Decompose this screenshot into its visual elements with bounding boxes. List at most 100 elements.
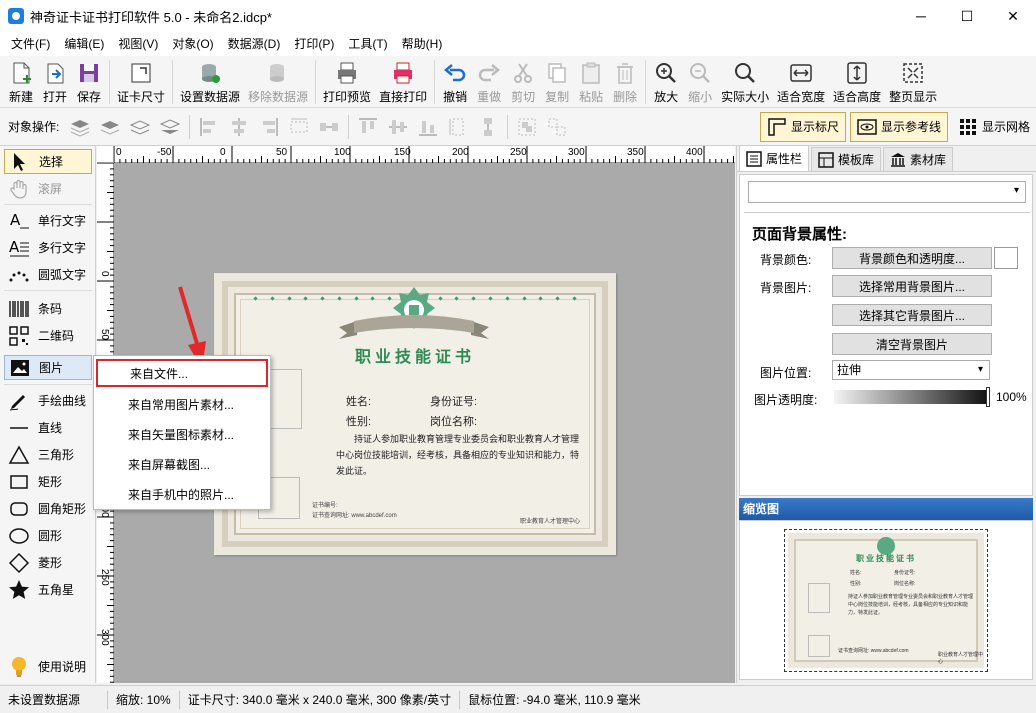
maximize-button[interactable]: ☐ bbox=[944, 0, 990, 32]
opacity-slider[interactable] bbox=[834, 390, 988, 404]
distribute-v-icon[interactable] bbox=[318, 116, 340, 138]
tab-properties[interactable]: 属性栏 bbox=[739, 145, 810, 171]
layer-down-icon[interactable] bbox=[129, 116, 151, 138]
choose-other-bg-button[interactable]: 选择其它背景图片... bbox=[832, 304, 992, 326]
layer-top-icon[interactable] bbox=[69, 116, 91, 138]
save-button[interactable]: 保存 bbox=[72, 56, 106, 108]
menu-item-from-file[interactable]: 来自文件... bbox=[96, 359, 268, 387]
tool-line[interactable]: 直线 bbox=[4, 415, 92, 440]
tool-rect[interactable]: 矩形 bbox=[4, 469, 92, 494]
minimize-button[interactable]: ─ bbox=[898, 0, 944, 32]
tool-barcode[interactable]: 条码 bbox=[4, 296, 92, 321]
open-button[interactable]: 打开 bbox=[38, 56, 72, 108]
fit-page-button[interactable]: 整页显示 bbox=[885, 56, 941, 108]
remove-datasource-button[interactable]: 移除数据源 bbox=[244, 56, 312, 108]
paste-button[interactable]: 粘贴 bbox=[574, 56, 608, 108]
show-guides-toggle[interactable]: 显示参考线 bbox=[849, 111, 948, 142]
tool-single-text[interactable]: A 单行文字 bbox=[4, 208, 92, 233]
menu-file[interactable]: 文件(F) bbox=[4, 32, 57, 56]
ungroup-icon[interactable] bbox=[546, 116, 568, 138]
image-source-menu: 来自文件... 来自常用图片素材... 来自矢量图标素材... 来自屏幕截图..… bbox=[93, 355, 271, 510]
same-height-icon[interactable] bbox=[477, 116, 499, 138]
align-left-icon[interactable] bbox=[198, 116, 220, 138]
menu-tools[interactable]: 工具(T) bbox=[341, 32, 394, 56]
choose-common-bg-button[interactable]: 选择常用背景图片... bbox=[832, 275, 992, 297]
clear-bg-button[interactable]: 清空背景图片 bbox=[832, 333, 992, 355]
show-grid-toggle[interactable]: 显示网格 bbox=[952, 112, 1036, 142]
certificate-page[interactable]: 职业技能证书 姓名: 身份证号: 性别: 岗位名称: 持证人参加职业教育管理专业… bbox=[214, 273, 616, 555]
align-bottom-icon[interactable] bbox=[417, 116, 439, 138]
rectangle-icon bbox=[10, 474, 28, 489]
layer-up-icon[interactable] bbox=[99, 116, 121, 138]
star-icon bbox=[9, 579, 29, 599]
direct-print-button[interactable]: 直接打印 bbox=[375, 56, 431, 108]
tool-select[interactable]: 选择 bbox=[4, 149, 92, 174]
align-center-icon[interactable] bbox=[228, 116, 250, 138]
undo-button[interactable]: 撤销 bbox=[438, 56, 472, 108]
hand-icon bbox=[10, 179, 27, 199]
menu-item-from-common[interactable]: 来自常用图片素材... bbox=[96, 390, 268, 418]
image-position-select[interactable]: 拉伸 bbox=[832, 360, 990, 380]
tool-arc-text[interactable]: 圆弧文字 bbox=[4, 262, 92, 287]
print-preview-button[interactable]: 打印预览 bbox=[319, 56, 375, 108]
align-right-icon[interactable] bbox=[258, 116, 280, 138]
menu-item-from-screen[interactable]: 来自屏幕截图... bbox=[96, 450, 268, 478]
menu-item-from-phone[interactable]: 来自手机中的照片... bbox=[96, 480, 268, 508]
thumbnail-view[interactable]: 职业技能证书 姓名: 身份证号: 性别: 岗位名称: 持证人参加职业教育管理专业… bbox=[739, 520, 1033, 680]
scissors-icon bbox=[514, 63, 533, 83]
tool-multi-text[interactable]: A 多行文字 bbox=[4, 235, 92, 260]
bg-color-button[interactable]: 背景颜色和透明度... bbox=[832, 247, 992, 269]
show-ruler-toggle[interactable]: 显示标尺 bbox=[759, 111, 846, 142]
same-width-icon[interactable] bbox=[447, 116, 469, 138]
cut-button[interactable]: 剪切 bbox=[506, 56, 540, 108]
tool-scroll[interactable]: 滚屏 bbox=[4, 176, 92, 201]
id-label: 身份证号: bbox=[430, 396, 478, 408]
align-middle-icon[interactable] bbox=[387, 116, 409, 138]
set-datasource-button[interactable]: 设置数据源 bbox=[176, 56, 244, 108]
align-top-icon[interactable] bbox=[357, 116, 379, 138]
image-position-label: 图片位置: bbox=[760, 366, 812, 380]
new-button[interactable]: 新建 bbox=[4, 56, 38, 108]
main-toolbar: 新建 打开 保存 证卡尺寸 设置数据源 移除数据源 打印预览 直接打印 撤销 重… bbox=[0, 56, 1036, 108]
zoom-out-button[interactable]: 缩小 bbox=[683, 56, 717, 108]
top-ruler: 0 -50 0 50 100 150 200 250 300 350 400 bbox=[97, 146, 735, 163]
certificate-title: 职业技能证书 bbox=[354, 347, 475, 366]
actual-size-button[interactable]: 实际大小 bbox=[717, 56, 773, 108]
opacity-slider-handle[interactable] bbox=[986, 387, 990, 407]
menu-item-from-vector[interactable]: 来自矢量图标素材... bbox=[96, 420, 268, 448]
menu-edit[interactable]: 编辑(E) bbox=[57, 32, 111, 56]
menu-print[interactable]: 打印(P) bbox=[287, 32, 341, 56]
menu-datasource[interactable]: 数据源(D) bbox=[221, 32, 288, 56]
bg-color-swatch[interactable] bbox=[994, 247, 1018, 269]
close-button[interactable]: ✕ bbox=[990, 0, 1036, 32]
tool-triangle[interactable]: 三角形 bbox=[4, 442, 92, 467]
tab-templates[interactable]: 模板库 bbox=[811, 147, 882, 171]
tool-diamond[interactable]: 菱形 bbox=[4, 550, 92, 575]
group-icon[interactable] bbox=[516, 116, 538, 138]
tool-freehand[interactable]: 手绘曲线 bbox=[4, 388, 92, 413]
delete-button[interactable]: 删除 bbox=[608, 56, 642, 108]
tab-assets[interactable]: 素材库 bbox=[883, 147, 954, 171]
tool-help[interactable]: 使用说明 bbox=[4, 654, 92, 679]
card-size-button[interactable]: 证卡尺寸 bbox=[113, 56, 169, 108]
tool-round-rect[interactable]: 圆角矩形 bbox=[4, 496, 92, 521]
fit-height-button[interactable]: 适合高度 bbox=[829, 56, 885, 108]
tool-qrcode[interactable]: 二维码 bbox=[4, 323, 92, 348]
copy-button[interactable]: 复制 bbox=[540, 56, 574, 108]
menu-help[interactable]: 帮助(H) bbox=[395, 32, 450, 56]
zoom-in-button[interactable]: 放大 bbox=[649, 56, 683, 108]
tool-star[interactable]: 五角星 bbox=[4, 577, 92, 602]
menu-object[interactable]: 对象(O) bbox=[165, 32, 220, 56]
layer-bottom-icon[interactable] bbox=[159, 116, 181, 138]
mouse-position-status: 鼠标位置: -94.0 毫米, 110.9 毫米 bbox=[468, 692, 641, 707]
tool-image[interactable]: 图片 bbox=[4, 355, 92, 380]
object-selector[interactable] bbox=[748, 181, 1026, 203]
fit-width-button[interactable]: 适合宽度 bbox=[773, 56, 829, 108]
card-size-icon bbox=[131, 63, 151, 83]
distribute-h-icon[interactable] bbox=[288, 116, 310, 138]
menu-view[interactable]: 视图(V) bbox=[111, 32, 165, 56]
ruler-icon bbox=[768, 117, 786, 136]
window-title: 神奇证卡证书打印软件 5.0 - 未命名2.idcp* bbox=[30, 9, 272, 25]
redo-button[interactable]: 重做 bbox=[472, 56, 506, 108]
tool-ellipse[interactable]: 圆形 bbox=[4, 523, 92, 548]
